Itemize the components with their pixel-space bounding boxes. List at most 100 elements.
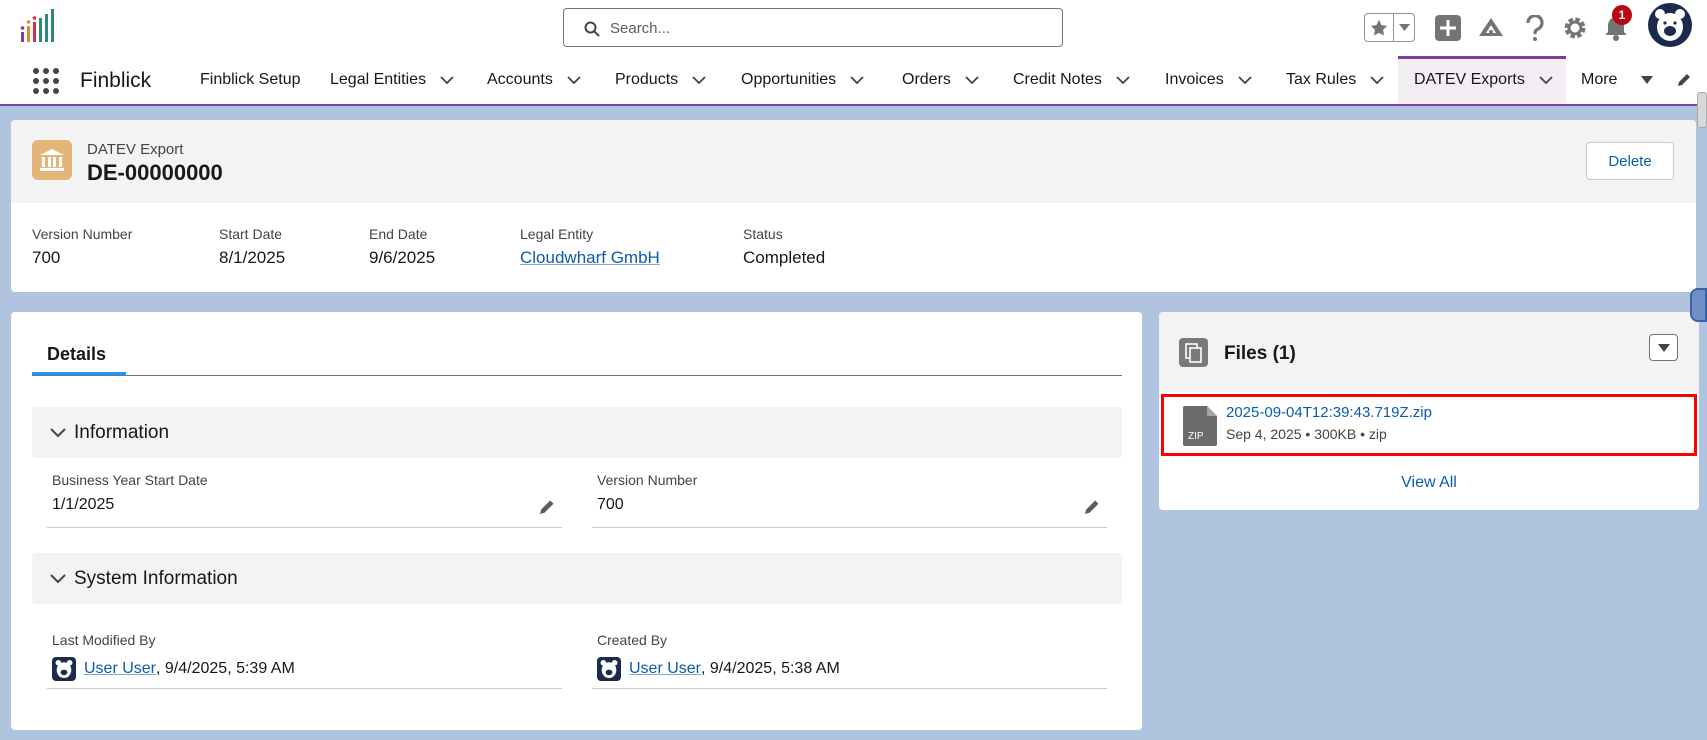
pencil-icon[interactable] [1676, 56, 1692, 104]
highlight-field-status: Status Completed [743, 226, 825, 268]
help-icon[interactable] [1520, 13, 1550, 43]
files-title[interactable]: Files (1) [1224, 343, 1296, 365]
delete-button[interactable]: Delete [1586, 142, 1674, 180]
file-item[interactable]: ZIP 2025-09-04T12:39:43.719Z.zip Sep 4, … [1161, 394, 1697, 456]
files-menu-button[interactable] [1649, 334, 1678, 361]
record-type-label: DATEV Export [87, 141, 184, 158]
search-icon [584, 21, 600, 37]
field-version-number: Version Number 700 [592, 468, 1107, 528]
chevron-down-icon[interactable] [1238, 76, 1252, 84]
finblick-logo[interactable] [20, 8, 62, 46]
nav-item-label: Tax Rules [1286, 71, 1357, 88]
chevron-down-icon[interactable] [50, 573, 66, 584]
field-value: 700 [597, 496, 624, 513]
nav-item-label: More [1581, 71, 1618, 88]
chevron-down-icon[interactable] [850, 76, 864, 84]
field-label: Created By [597, 632, 668, 648]
nav-item-legal-entities[interactable]: Legal Entities [330, 56, 454, 104]
nav-item-invoices[interactable]: Invoices [1165, 56, 1252, 104]
user-link[interactable]: User User [629, 660, 701, 678]
global-search[interactable] [563, 8, 1063, 47]
chevron-down-icon[interactable] [965, 76, 979, 84]
nav-item-credit-notes[interactable]: Credit Notes [1013, 56, 1130, 104]
field-last-modified-by: Last Modified By User User , 9/4/2025, 5… [47, 628, 562, 689]
file-name-link[interactable]: 2025-09-04T12:39:43.719Z.zip [1226, 404, 1432, 421]
chevron-down-icon[interactable] [1370, 76, 1384, 84]
favorites-button[interactable] [1364, 13, 1415, 42]
field-value: 8/1/2025 [219, 248, 286, 267]
caret-down-icon [1657, 343, 1670, 352]
chevron-down-icon[interactable] [692, 76, 706, 84]
chevron-down-icon[interactable] [50, 427, 66, 438]
view-all-link[interactable]: View All [1159, 474, 1699, 492]
global-header: 1 [0, 0, 1707, 56]
nav-item-orders[interactable]: Orders [902, 56, 979, 104]
scrollbar[interactable] [1697, 92, 1707, 128]
caret-down-icon[interactable] [1641, 76, 1654, 84]
field-label: Last Modified By [52, 632, 156, 648]
nav-item-products[interactable]: Products [615, 56, 706, 104]
pencil-icon[interactable] [1083, 498, 1101, 516]
gear-icon[interactable] [1560, 13, 1590, 43]
user-link[interactable]: User User [84, 660, 156, 678]
file-meta: Sep 4, 2025 • 300KB • zip [1226, 426, 1387, 442]
nav-item-label: Invoices [1165, 71, 1224, 88]
pencil-icon[interactable] [538, 498, 556, 516]
field-label: Version Number [32, 226, 133, 242]
file-type-label: ZIP [1188, 431, 1204, 442]
highlight-field-legal-entity: Legal Entity Cloudwharf GmbH [520, 226, 660, 268]
nav-item-opportunities[interactable]: Opportunities [741, 56, 864, 104]
tab-divider [32, 375, 1122, 376]
field-business-year-start-date: Business Year Start Date 1/1/2025 [47, 468, 562, 528]
field-label: Status [743, 226, 783, 242]
nav-item-label: Orders [902, 71, 951, 88]
nav-item-label: Products [615, 71, 679, 88]
chevron-down-icon[interactable] [567, 76, 581, 84]
modified-timestamp: , 9/4/2025, 5:39 AM [156, 660, 295, 677]
add-icon[interactable] [1433, 13, 1463, 43]
app-nav-bar: Finblick Finblick Setup Legal Entities A… [0, 56, 1707, 106]
nav-item-label: DATEV Exports [1414, 71, 1525, 88]
field-label: Legal Entity [520, 226, 594, 242]
record-title: DE-00000000 [87, 160, 223, 185]
field-value: 700 [32, 248, 61, 267]
chevron-down-icon[interactable] [440, 76, 454, 84]
section-system-information[interactable]: System Information [32, 553, 1122, 604]
nav-item-tax-rules[interactable]: Tax Rules [1286, 56, 1384, 104]
utility-panel-handle[interactable] [1690, 288, 1707, 322]
section-information[interactable]: Information [32, 407, 1122, 458]
bank-icon [32, 140, 72, 180]
user-avatar [52, 657, 76, 681]
created-timestamp: , 9/4/2025, 5:38 AM [701, 660, 840, 677]
legal-entity-link[interactable]: Cloudwharf GmbH [520, 248, 660, 267]
nav-item-datev-exports[interactable]: DATEV Exports [1398, 56, 1566, 104]
highlight-field-version-number: Version Number 700 [32, 226, 132, 268]
field-value: 9/6/2025 [369, 248, 436, 267]
search-input[interactable] [610, 17, 1050, 39]
nav-item-label: Legal Entities [330, 71, 427, 88]
user-avatar[interactable] [1648, 3, 1692, 47]
highlight-field-end-date: End Date 9/6/2025 [369, 226, 435, 268]
field-value: Completed [743, 248, 826, 267]
notification-badge: 1 [1612, 5, 1632, 25]
nav-item-accounts[interactable]: Accounts [487, 56, 581, 104]
nav-item-label: Accounts [487, 71, 553, 88]
tab-details[interactable]: Details [47, 344, 106, 365]
field-label: End Date [369, 226, 428, 242]
app-name: Finblick [80, 69, 152, 92]
app-launcher-icon[interactable] [32, 67, 60, 95]
nav-item-label: Opportunities [741, 71, 837, 88]
record-header [11, 120, 1696, 203]
nav-item-finblick-setup[interactable]: Finblick Setup [200, 56, 301, 104]
field-label: Start Date [219, 226, 283, 242]
star-icon[interactable] [1365, 14, 1394, 41]
chevron-down-icon[interactable] [1394, 14, 1414, 41]
user-avatar [597, 657, 621, 681]
highlight-field-start-date: Start Date 8/1/2025 [219, 226, 285, 268]
chevron-down-icon[interactable] [1539, 76, 1553, 84]
trailhead-icon[interactable] [1476, 13, 1506, 43]
chevron-down-icon[interactable] [1116, 76, 1130, 84]
nav-item-more[interactable]: More [1581, 56, 1654, 104]
nav-item-label: Credit Notes [1013, 71, 1102, 88]
section-title: System Information [74, 567, 238, 589]
